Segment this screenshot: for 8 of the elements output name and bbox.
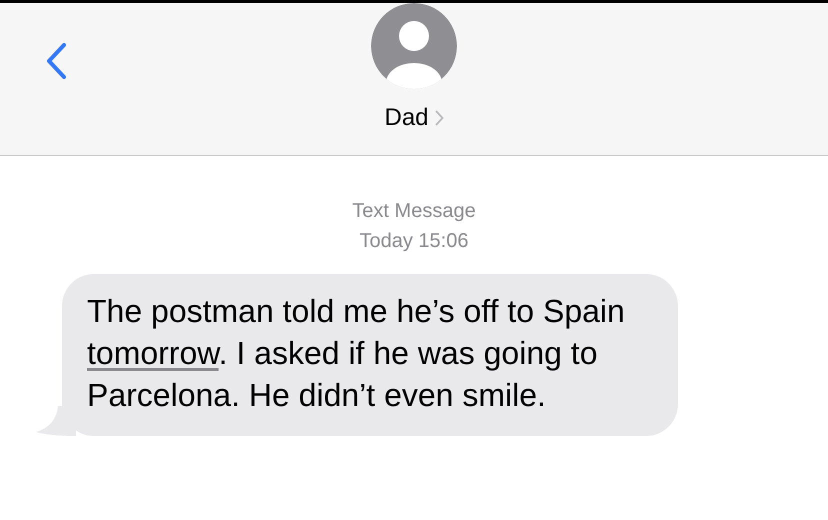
message-timestamp: Today 15:06 <box>360 229 468 254</box>
chevron-right-icon <box>434 110 444 126</box>
back-chevron-icon <box>44 42 68 80</box>
avatar-icon[interactable] <box>371 3 457 89</box>
contact-name-button[interactable]: Dad <box>384 106 444 130</box>
message-text: The postman told me he’s off to Spain tomorrow. I asked if he was going to Parcelona. He didn’t even smile. <box>87 292 626 415</box>
service-label: Text Message <box>352 199 476 224</box>
date-link[interactable]: tomorrow <box>87 335 219 371</box>
